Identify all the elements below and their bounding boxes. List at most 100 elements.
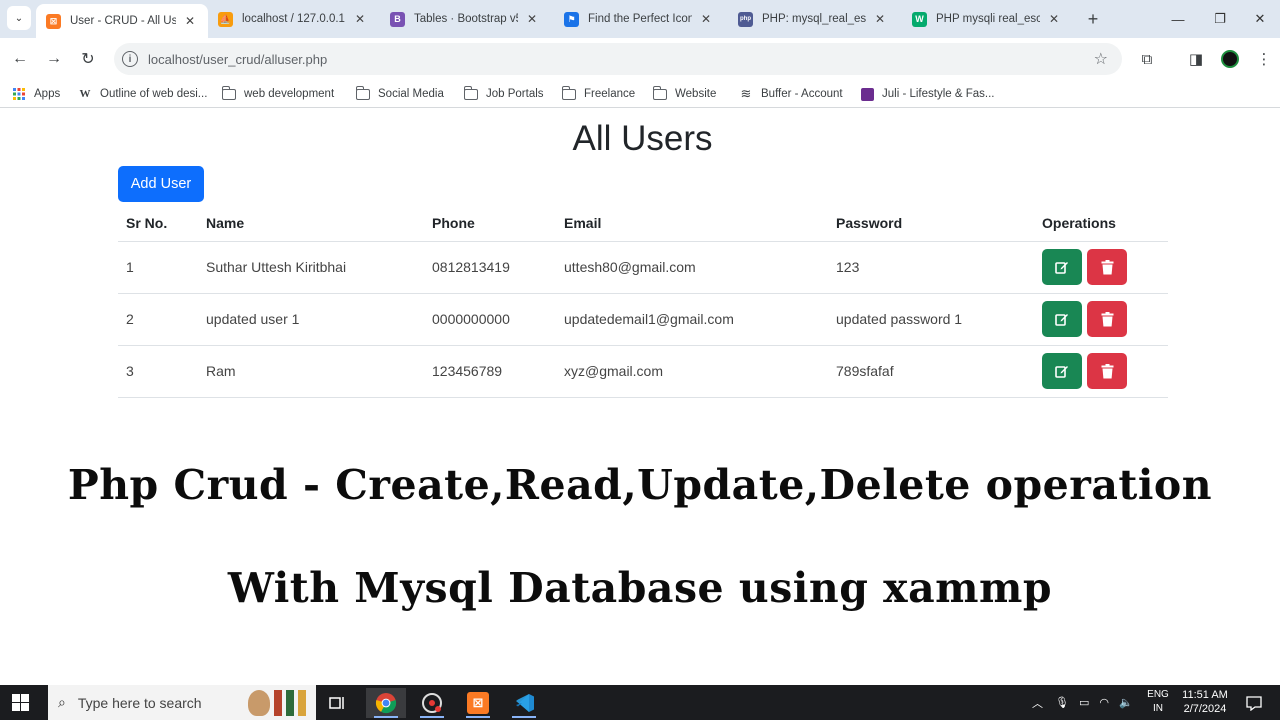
browser-tab[interactable]: W PHP mysqli real_escap ✕ [902,4,1072,34]
site-info-icon[interactable]: i [122,51,138,67]
trash-icon [1101,259,1113,274]
profile-avatar[interactable] [1220,49,1240,69]
tab-strip: ⌄ ⊠ User - CRUD - All Use ✕ ⛵ localhost / 12… [0,0,1280,38]
xampp-taskbar-icon[interactable]: ⊠ [458,688,498,718]
forward-icon[interactable]: → [42,47,66,71]
menu-kebab-icon[interactable]: ⋮ [1254,49,1274,69]
language-code: ENG [1147,689,1169,700]
side-panel-icon[interactable]: ◨ [1186,49,1206,69]
bookmark-item[interactable]: web development [221,85,334,102]
battery-icon[interactable]: ▭ [1079,696,1089,709]
edit-button[interactable] [1042,249,1082,285]
folder-icon [221,85,236,100]
cell-phone: 123456789 [424,345,556,398]
browser-toolbar: ← → ↻ i localhost/user_crud/alluser.php … [0,38,1280,80]
tray-overflow-chevron-icon[interactable]: ︿ [1032,695,1043,711]
browser-tab[interactable]: ⛵ localhost / 127.0.0.1 / ✕ [208,4,378,34]
column-header: Email [556,205,828,242]
cell-operations [1034,293,1168,346]
edit-button[interactable] [1042,301,1082,337]
extensions-icon[interactable]: ⧉ [1137,49,1157,69]
add-user-button[interactable]: Add User [118,166,204,202]
minimize-icon[interactable]: — [1166,8,1190,30]
task-view-icon[interactable] [318,688,358,718]
phpmyadmin-icon: ⛵ [218,11,233,27]
close-tab-icon[interactable]: ✕ [182,13,198,29]
close-window-icon[interactable]: ✕ [1248,8,1272,30]
close-tab-icon[interactable]: ✕ [524,11,540,27]
tab-title: PHP mysqli real_escap [936,13,1040,25]
cell-operations [1034,241,1168,294]
clock-time: 11:51 AM [1182,689,1228,701]
browser-tab[interactable]: ⊠ User - CRUD - All Use ✕ [36,4,208,38]
taskbar-clock[interactable]: 11:51 AM 2/7/2024 [1176,688,1234,716]
bookmark-item[interactable]: Website [652,85,716,102]
bookmarks-bar: Apps W Outline of web desi... web developme… [0,80,1280,108]
back-icon[interactable]: ← [8,47,32,71]
tab-title: Tables · Bootstrap v5. [414,13,518,25]
bootstrap-icon: B [390,11,405,27]
trash-icon [1101,311,1113,326]
vscode-taskbar-icon[interactable] [504,688,544,718]
delete-button[interactable] [1087,353,1127,389]
bookmark-item[interactable]: Social Media [355,85,444,102]
bookmark-item[interactable]: Job Portals [463,85,544,102]
restore-icon[interactable]: ❐ [1208,8,1232,30]
xampp-icon: ⊠ [46,13,61,29]
windows-start-icon[interactable] [12,694,29,711]
folder-icon [463,85,478,100]
cell-sr-no: 2 [118,293,198,346]
bookmark-item[interactable]: ≋ Buffer - Account [739,86,843,102]
web-page: All Users Add User Sr No. Name Phone Ema… [0,109,1280,685]
edit-icon [1055,314,1068,326]
delete-button[interactable] [1087,301,1127,337]
cell-operations [1034,345,1168,398]
edit-button[interactable] [1042,353,1082,389]
bookmark-item[interactable]: W Outline of web desi... [78,86,208,102]
taskbar-search-box[interactable]: ⌕ Type here to search [48,685,316,720]
region-code: IN [1153,703,1163,714]
bookmark-star-icon[interactable]: ☆ [1094,49,1108,69]
close-tab-icon[interactable]: ✕ [872,11,888,27]
wifi-icon[interactable]: ◠ [1099,696,1109,709]
tab-title: localhost / 127.0.0.1 / [242,13,346,25]
close-tab-icon[interactable]: ✕ [698,11,714,27]
bookmark-item[interactable]: Juli - Lifestyle & Fas... [860,86,994,102]
apps-grid-icon [12,88,26,100]
wikipedia-icon: W [79,88,91,100]
microphone-icon[interactable]: 🎙 [1055,696,1069,709]
url-text[interactable]: localhost/user_crud/alluser.php [148,52,327,67]
delete-button[interactable] [1087,249,1127,285]
folder-icon [561,85,576,100]
chrome-taskbar-icon[interactable] [366,688,406,718]
bookmark-label: Job Portals [486,88,544,100]
bookmark-label: Outline of web desi... [100,88,208,100]
cell-password: 123 [828,241,1034,294]
reload-icon[interactable]: ↻ [76,47,100,71]
screen-recorder-icon[interactable] [412,688,452,718]
column-header: Sr No. [118,205,198,242]
close-tab-icon[interactable]: ✕ [1046,11,1062,27]
bookmark-item[interactable]: Apps [12,86,60,102]
browser-tab[interactable]: B Tables · Bootstrap v5. ✕ [380,4,550,34]
language-indicator[interactable]: ENG IN [1145,688,1171,716]
tab-search-dropdown-icon[interactable]: ⌄ [7,6,31,30]
tab-title: Find the Perfect Icon [588,13,692,25]
trash-icon [1101,363,1113,378]
edit-icon [1055,262,1068,274]
bookmark-label: Juli - Lifestyle & Fas... [882,88,995,100]
cell-phone: 0000000000 [424,293,556,346]
browser-tab[interactable]: php PHP: mysql_real_esca ✕ [728,4,898,34]
new-tab-button[interactable]: + [1082,8,1104,30]
browser-tab[interactable]: ⚑ Find the Perfect Icon ✕ [554,4,724,34]
address-bar[interactable]: i localhost/user_crud/alluser.php ☆ [114,43,1122,75]
volume-icon[interactable]: 🔈 [1119,696,1133,709]
bookmark-item[interactable]: Freelance [561,85,635,102]
video-caption-line-2: With Mysql Database using xammp [227,564,1053,612]
cell-password: updated password 1 [828,293,1034,346]
buffer-icon: ≋ [740,86,752,101]
table-row: 1 Suthar Uttesh Kiritbhai 0812813419 uttesh… [118,241,1168,294]
notifications-icon[interactable] [1246,685,1262,720]
close-tab-icon[interactable]: ✕ [352,11,368,27]
search-placeholder: Type here to search [77,694,202,711]
